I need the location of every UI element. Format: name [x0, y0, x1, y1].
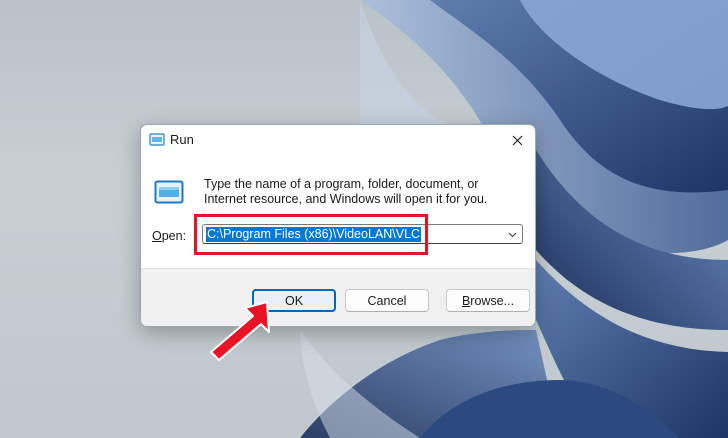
browse-accelerator: B	[461, 293, 471, 308]
title-bar: Run	[141, 125, 535, 155]
close-icon	[512, 135, 522, 145]
run-app-icon	[154, 180, 184, 204]
dialog-title: Run	[170, 132, 194, 147]
run-dialog: Run Type the name of a program, folder, …	[140, 124, 536, 327]
open-input-selected-text[interactable]: C:\Program Files (x86)\VideoLAN\VLC	[206, 227, 422, 242]
browse-button[interactable]: Browse...	[446, 289, 530, 312]
cancel-button[interactable]: Cancel	[345, 289, 429, 312]
desktop: Run Type the name of a program, folder, …	[0, 0, 728, 438]
open-combobox[interactable]: C:\Program Files (x86)\VideoLAN\VLC	[202, 224, 523, 244]
ok-button[interactable]: OK	[252, 289, 336, 312]
button-bar: OK Cancel Browse...	[141, 268, 535, 326]
open-label-text: pen:	[161, 229, 187, 243]
open-label-accelerator: O	[152, 229, 162, 243]
run-app-icon	[149, 133, 165, 146]
open-label: Open:	[152, 229, 186, 243]
close-button[interactable]	[499, 125, 535, 155]
browse-label: rowse...	[470, 293, 515, 308]
chevron-down-icon[interactable]	[506, 228, 519, 241]
dialog-message: Type the name of a program, folder, docu…	[204, 177, 488, 206]
